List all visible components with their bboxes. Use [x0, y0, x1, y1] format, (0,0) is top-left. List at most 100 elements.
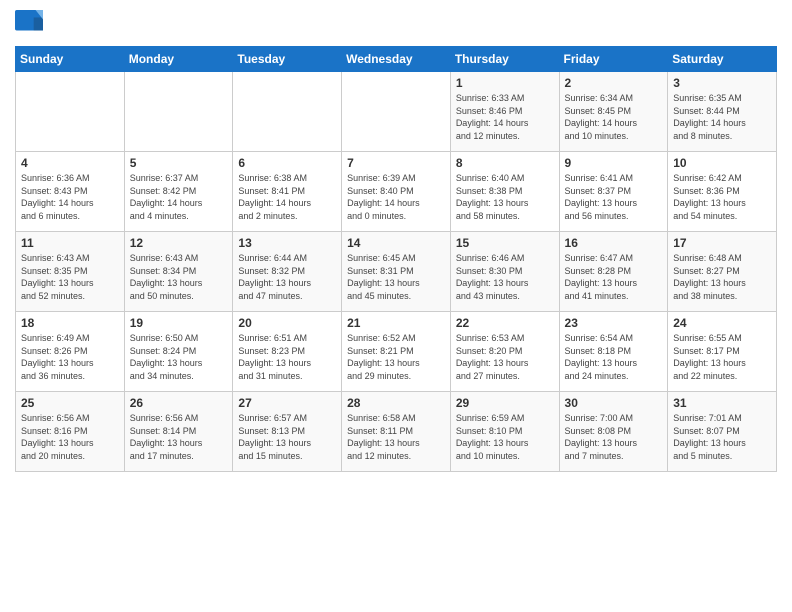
- calendar-cell: 5 Sunrise: 6:37 AM Sunset: 8:42 PM Daylig…: [124, 152, 233, 232]
- day-info: Sunrise: 6:40 AM Sunset: 8:38 PM Dayligh…: [456, 172, 554, 222]
- calendar-cell: 18 Sunrise: 6:49 AM Sunset: 8:26 PM Dayli…: [16, 312, 125, 392]
- day-info: Sunrise: 6:35 AM Sunset: 8:44 PM Dayligh…: [673, 92, 771, 142]
- day-number: 29: [456, 396, 554, 410]
- header: [15, 10, 777, 38]
- calendar-cell: 14 Sunrise: 6:45 AM Sunset: 8:31 PM Dayli…: [342, 232, 451, 312]
- calendar-cell: 6 Sunrise: 6:38 AM Sunset: 8:41 PM Daylig…: [233, 152, 342, 232]
- calendar-cell: 8 Sunrise: 6:40 AM Sunset: 8:38 PM Daylig…: [450, 152, 559, 232]
- day-number: 16: [565, 236, 663, 250]
- day-number: 26: [130, 396, 228, 410]
- calendar-week-row: 18 Sunrise: 6:49 AM Sunset: 8:26 PM Dayli…: [16, 312, 777, 392]
- day-number: 23: [565, 316, 663, 330]
- calendar-cell: 31 Sunrise: 7:01 AM Sunset: 8:07 PM Dayli…: [668, 392, 777, 472]
- day-number: 30: [565, 396, 663, 410]
- day-number: 2: [565, 76, 663, 90]
- day-info: Sunrise: 6:36 AM Sunset: 8:43 PM Dayligh…: [21, 172, 119, 222]
- day-info: Sunrise: 6:49 AM Sunset: 8:26 PM Dayligh…: [21, 332, 119, 382]
- day-number: 6: [238, 156, 336, 170]
- calendar-header-friday: Friday: [559, 47, 668, 72]
- day-info: Sunrise: 6:39 AM Sunset: 8:40 PM Dayligh…: [347, 172, 445, 222]
- day-info: Sunrise: 6:46 AM Sunset: 8:30 PM Dayligh…: [456, 252, 554, 302]
- day-info: Sunrise: 6:44 AM Sunset: 8:32 PM Dayligh…: [238, 252, 336, 302]
- day-info: Sunrise: 6:52 AM Sunset: 8:21 PM Dayligh…: [347, 332, 445, 382]
- day-info: Sunrise: 6:41 AM Sunset: 8:37 PM Dayligh…: [565, 172, 663, 222]
- calendar-cell: 28Sunrise: 6:58 AM Sunset: 8:11 PM Dayli…: [342, 392, 451, 472]
- day-info: Sunrise: 6:42 AM Sunset: 8:36 PM Dayligh…: [673, 172, 771, 222]
- day-info: Sunrise: 6:51 AM Sunset: 8:23 PM Dayligh…: [238, 332, 336, 382]
- day-info: Sunrise: 6:47 AM Sunset: 8:28 PM Dayligh…: [565, 252, 663, 302]
- day-info: Sunrise: 6:54 AM Sunset: 8:18 PM Dayligh…: [565, 332, 663, 382]
- calendar-table: SundayMondayTuesdayWednesdayThursdayFrid…: [15, 46, 777, 472]
- day-info: Sunrise: 6:43 AM Sunset: 8:34 PM Dayligh…: [130, 252, 228, 302]
- calendar-cell: 13 Sunrise: 6:44 AM Sunset: 8:32 PM Dayli…: [233, 232, 342, 312]
- calendar-cell: 15 Sunrise: 6:46 AM Sunset: 8:30 PM Dayli…: [450, 232, 559, 312]
- calendar-cell: [233, 72, 342, 152]
- calendar-cell: 29 Sunrise: 6:59 AM Sunset: 8:10 PM Dayli…: [450, 392, 559, 472]
- calendar-cell: 11 Sunrise: 6:43 AM Sunset: 8:35 PM Dayli…: [16, 232, 125, 312]
- calendar-cell: 24 Sunrise: 6:55 AM Sunset: 8:17 PM Dayli…: [668, 312, 777, 392]
- day-number: 27: [238, 396, 336, 410]
- day-number: 17: [673, 236, 771, 250]
- day-info: Sunrise: 6:48 AM Sunset: 8:27 PM Dayligh…: [673, 252, 771, 302]
- day-info: Sunrise: 7:01 AM Sunset: 8:07 PM Dayligh…: [673, 412, 771, 462]
- calendar-cell: 27Sunrise: 6:57 AM Sunset: 8:13 PM Dayli…: [233, 392, 342, 472]
- day-info: Sunrise: 6:56 AM Sunset: 8:16 PM Dayligh…: [21, 412, 119, 462]
- calendar-header-sunday: Sunday: [16, 47, 125, 72]
- day-info: Sunrise: 6:34 AM Sunset: 8:45 PM Dayligh…: [565, 92, 663, 142]
- day-number: 10: [673, 156, 771, 170]
- calendar-cell: 20 Sunrise: 6:51 AM Sunset: 8:23 PM Dayli…: [233, 312, 342, 392]
- calendar-header-row: SundayMondayTuesdayWednesdayThursdayFrid…: [16, 47, 777, 72]
- calendar-week-row: 25 Sunrise: 6:56 AM Sunset: 8:16 PM Dayli…: [16, 392, 777, 472]
- day-number: 24: [673, 316, 771, 330]
- day-number: 15: [456, 236, 554, 250]
- day-number: 1: [456, 76, 554, 90]
- calendar-cell: 30 Sunrise: 7:00 AM Sunset: 8:08 PM Dayli…: [559, 392, 668, 472]
- calendar-cell: 16 Sunrise: 6:47 AM Sunset: 8:28 PM Dayli…: [559, 232, 668, 312]
- day-number: 5: [130, 156, 228, 170]
- calendar-cell: 1Sunrise: 6:33 AM Sunset: 8:46 PM Daylig…: [450, 72, 559, 152]
- calendar-cell: 25 Sunrise: 6:56 AM Sunset: 8:16 PM Dayli…: [16, 392, 125, 472]
- day-info: Sunrise: 6:38 AM Sunset: 8:41 PM Dayligh…: [238, 172, 336, 222]
- calendar-header-saturday: Saturday: [668, 47, 777, 72]
- calendar-cell: [342, 72, 451, 152]
- day-number: 22: [456, 316, 554, 330]
- day-number: 25: [21, 396, 119, 410]
- day-number: 14: [347, 236, 445, 250]
- calendar-cell: 4 Sunrise: 6:36 AM Sunset: 8:43 PM Daylig…: [16, 152, 125, 232]
- day-info: Sunrise: 6:50 AM Sunset: 8:24 PM Dayligh…: [130, 332, 228, 382]
- day-number: 4: [21, 156, 119, 170]
- calendar-cell: 26Sunrise: 6:56 AM Sunset: 8:14 PM Dayli…: [124, 392, 233, 472]
- day-number: 13: [238, 236, 336, 250]
- day-number: 3: [673, 76, 771, 90]
- logo: [15, 10, 47, 38]
- calendar-header-wednesday: Wednesday: [342, 47, 451, 72]
- calendar-week-row: 1Sunrise: 6:33 AM Sunset: 8:46 PM Daylig…: [16, 72, 777, 152]
- day-number: 11: [21, 236, 119, 250]
- day-number: 31: [673, 396, 771, 410]
- calendar-cell: 23 Sunrise: 6:54 AM Sunset: 8:18 PM Dayli…: [559, 312, 668, 392]
- day-info: Sunrise: 6:43 AM Sunset: 8:35 PM Dayligh…: [21, 252, 119, 302]
- page-container: SundayMondayTuesdayWednesdayThursdayFrid…: [0, 0, 792, 482]
- calendar-week-row: 11 Sunrise: 6:43 AM Sunset: 8:35 PM Dayli…: [16, 232, 777, 312]
- day-info: Sunrise: 6:59 AM Sunset: 8:10 PM Dayligh…: [456, 412, 554, 462]
- day-number: 28: [347, 396, 445, 410]
- calendar-cell: [16, 72, 125, 152]
- calendar-header-monday: Monday: [124, 47, 233, 72]
- day-number: 18: [21, 316, 119, 330]
- calendar-cell: 3 Sunrise: 6:35 AM Sunset: 8:44 PM Daylig…: [668, 72, 777, 152]
- calendar-cell: 21 Sunrise: 6:52 AM Sunset: 8:21 PM Dayli…: [342, 312, 451, 392]
- day-number: 20: [238, 316, 336, 330]
- day-info: Sunrise: 6:55 AM Sunset: 8:17 PM Dayligh…: [673, 332, 771, 382]
- calendar-cell: [124, 72, 233, 152]
- day-number: 8: [456, 156, 554, 170]
- calendar-cell: 9Sunrise: 6:41 AM Sunset: 8:37 PM Daylig…: [559, 152, 668, 232]
- calendar-cell: 2 Sunrise: 6:34 AM Sunset: 8:45 PM Daylig…: [559, 72, 668, 152]
- logo-icon: [15, 10, 43, 38]
- day-info: Sunrise: 7:00 AM Sunset: 8:08 PM Dayligh…: [565, 412, 663, 462]
- day-info: Sunrise: 6:53 AM Sunset: 8:20 PM Dayligh…: [456, 332, 554, 382]
- day-number: 21: [347, 316, 445, 330]
- calendar-header-tuesday: Tuesday: [233, 47, 342, 72]
- day-info: Sunrise: 6:37 AM Sunset: 8:42 PM Dayligh…: [130, 172, 228, 222]
- calendar-cell: 19Sunrise: 6:50 AM Sunset: 8:24 PM Dayli…: [124, 312, 233, 392]
- day-info: Sunrise: 6:45 AM Sunset: 8:31 PM Dayligh…: [347, 252, 445, 302]
